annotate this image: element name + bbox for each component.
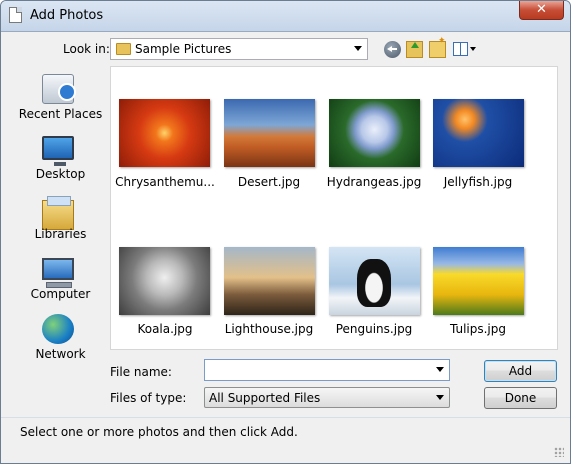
file-name-combo[interactable]: [204, 359, 450, 381]
file-name-label: Lighthouse.jpg: [224, 322, 314, 336]
file-type-select[interactable]: All Supported Files: [204, 387, 450, 408]
file-type-value: All Supported Files: [209, 391, 321, 405]
recent-places-icon: [42, 74, 76, 104]
computer-icon: [42, 258, 74, 288]
place-label: Computer: [30, 287, 91, 301]
file-name-label: File name:: [110, 365, 172, 379]
thumbnail-image[interactable]: [119, 247, 210, 315]
place-label: Recent Places: [18, 107, 103, 121]
new-folder-icon[interactable]: [429, 36, 446, 58]
thumbnail-image[interactable]: [433, 99, 524, 167]
place-label: Libraries: [34, 227, 87, 241]
look-in-label: Look in:: [63, 42, 110, 56]
title-bar[interactable]: Add Photos ✕: [1, 1, 570, 32]
chevron-down-icon[interactable]: [354, 46, 362, 51]
close-button[interactable]: ✕: [519, 1, 564, 20]
document-icon: [9, 7, 22, 23]
add-button[interactable]: Add: [484, 360, 557, 382]
up-folder-icon[interactable]: [406, 41, 423, 58]
file-name-label: Tulips.jpg: [449, 322, 507, 336]
chevron-down-icon[interactable]: [436, 367, 444, 372]
thumbnail-image[interactable]: [433, 247, 524, 315]
chevron-down-icon[interactable]: [436, 395, 444, 400]
back-arrow-icon[interactable]: [384, 41, 401, 58]
place-label: Network: [35, 347, 86, 361]
status-text: Select one or more photos and then click…: [20, 425, 298, 439]
file-list[interactable]: Chrysanthemu... Desert.jpg Hydrangeas.jp…: [110, 66, 558, 350]
look-in-value: Sample Pictures: [135, 42, 232, 56]
window-title: Add Photos: [30, 8, 104, 23]
thumbnail-image[interactable]: [224, 99, 315, 167]
folder-icon: [116, 43, 131, 55]
file-name-label: Penguins.jpg: [335, 322, 413, 336]
view-menu-arrow-icon[interactable]: [470, 47, 476, 51]
desktop-icon: [42, 136, 74, 166]
thumbnail-image[interactable]: [329, 99, 420, 167]
place-label: Desktop: [35, 167, 86, 181]
file-name-label: Jellyfish.jpg: [443, 175, 513, 189]
add-photos-dialog: Add Photos ✕ Look in: Sample Pictures Re…: [0, 0, 571, 464]
look-in-dropdown[interactable]: Sample Pictures: [110, 38, 368, 60]
file-name-label: Chrysanthemu...: [115, 175, 215, 189]
thumbnail-image[interactable]: [119, 99, 210, 167]
done-button[interactable]: Done: [484, 387, 557, 409]
libraries-icon: [42, 196, 74, 230]
divider: [1, 417, 570, 418]
places-bar: Recent Places Desktop Libraries Computer…: [12, 66, 109, 362]
file-name-input[interactable]: [208, 362, 430, 378]
file-name-label: Hydrangeas.jpg: [326, 175, 422, 189]
file-name-label: Desert.jpg: [237, 175, 301, 189]
view-menu-icon[interactable]: [453, 42, 468, 56]
resize-grip[interactable]: [554, 447, 564, 457]
thumbnail-image[interactable]: [329, 247, 420, 315]
file-type-label: Files of type:: [110, 391, 187, 405]
network-icon: [42, 314, 74, 344]
thumbnail-image[interactable]: [224, 247, 315, 315]
file-name-label: Koala.jpg: [137, 322, 193, 336]
